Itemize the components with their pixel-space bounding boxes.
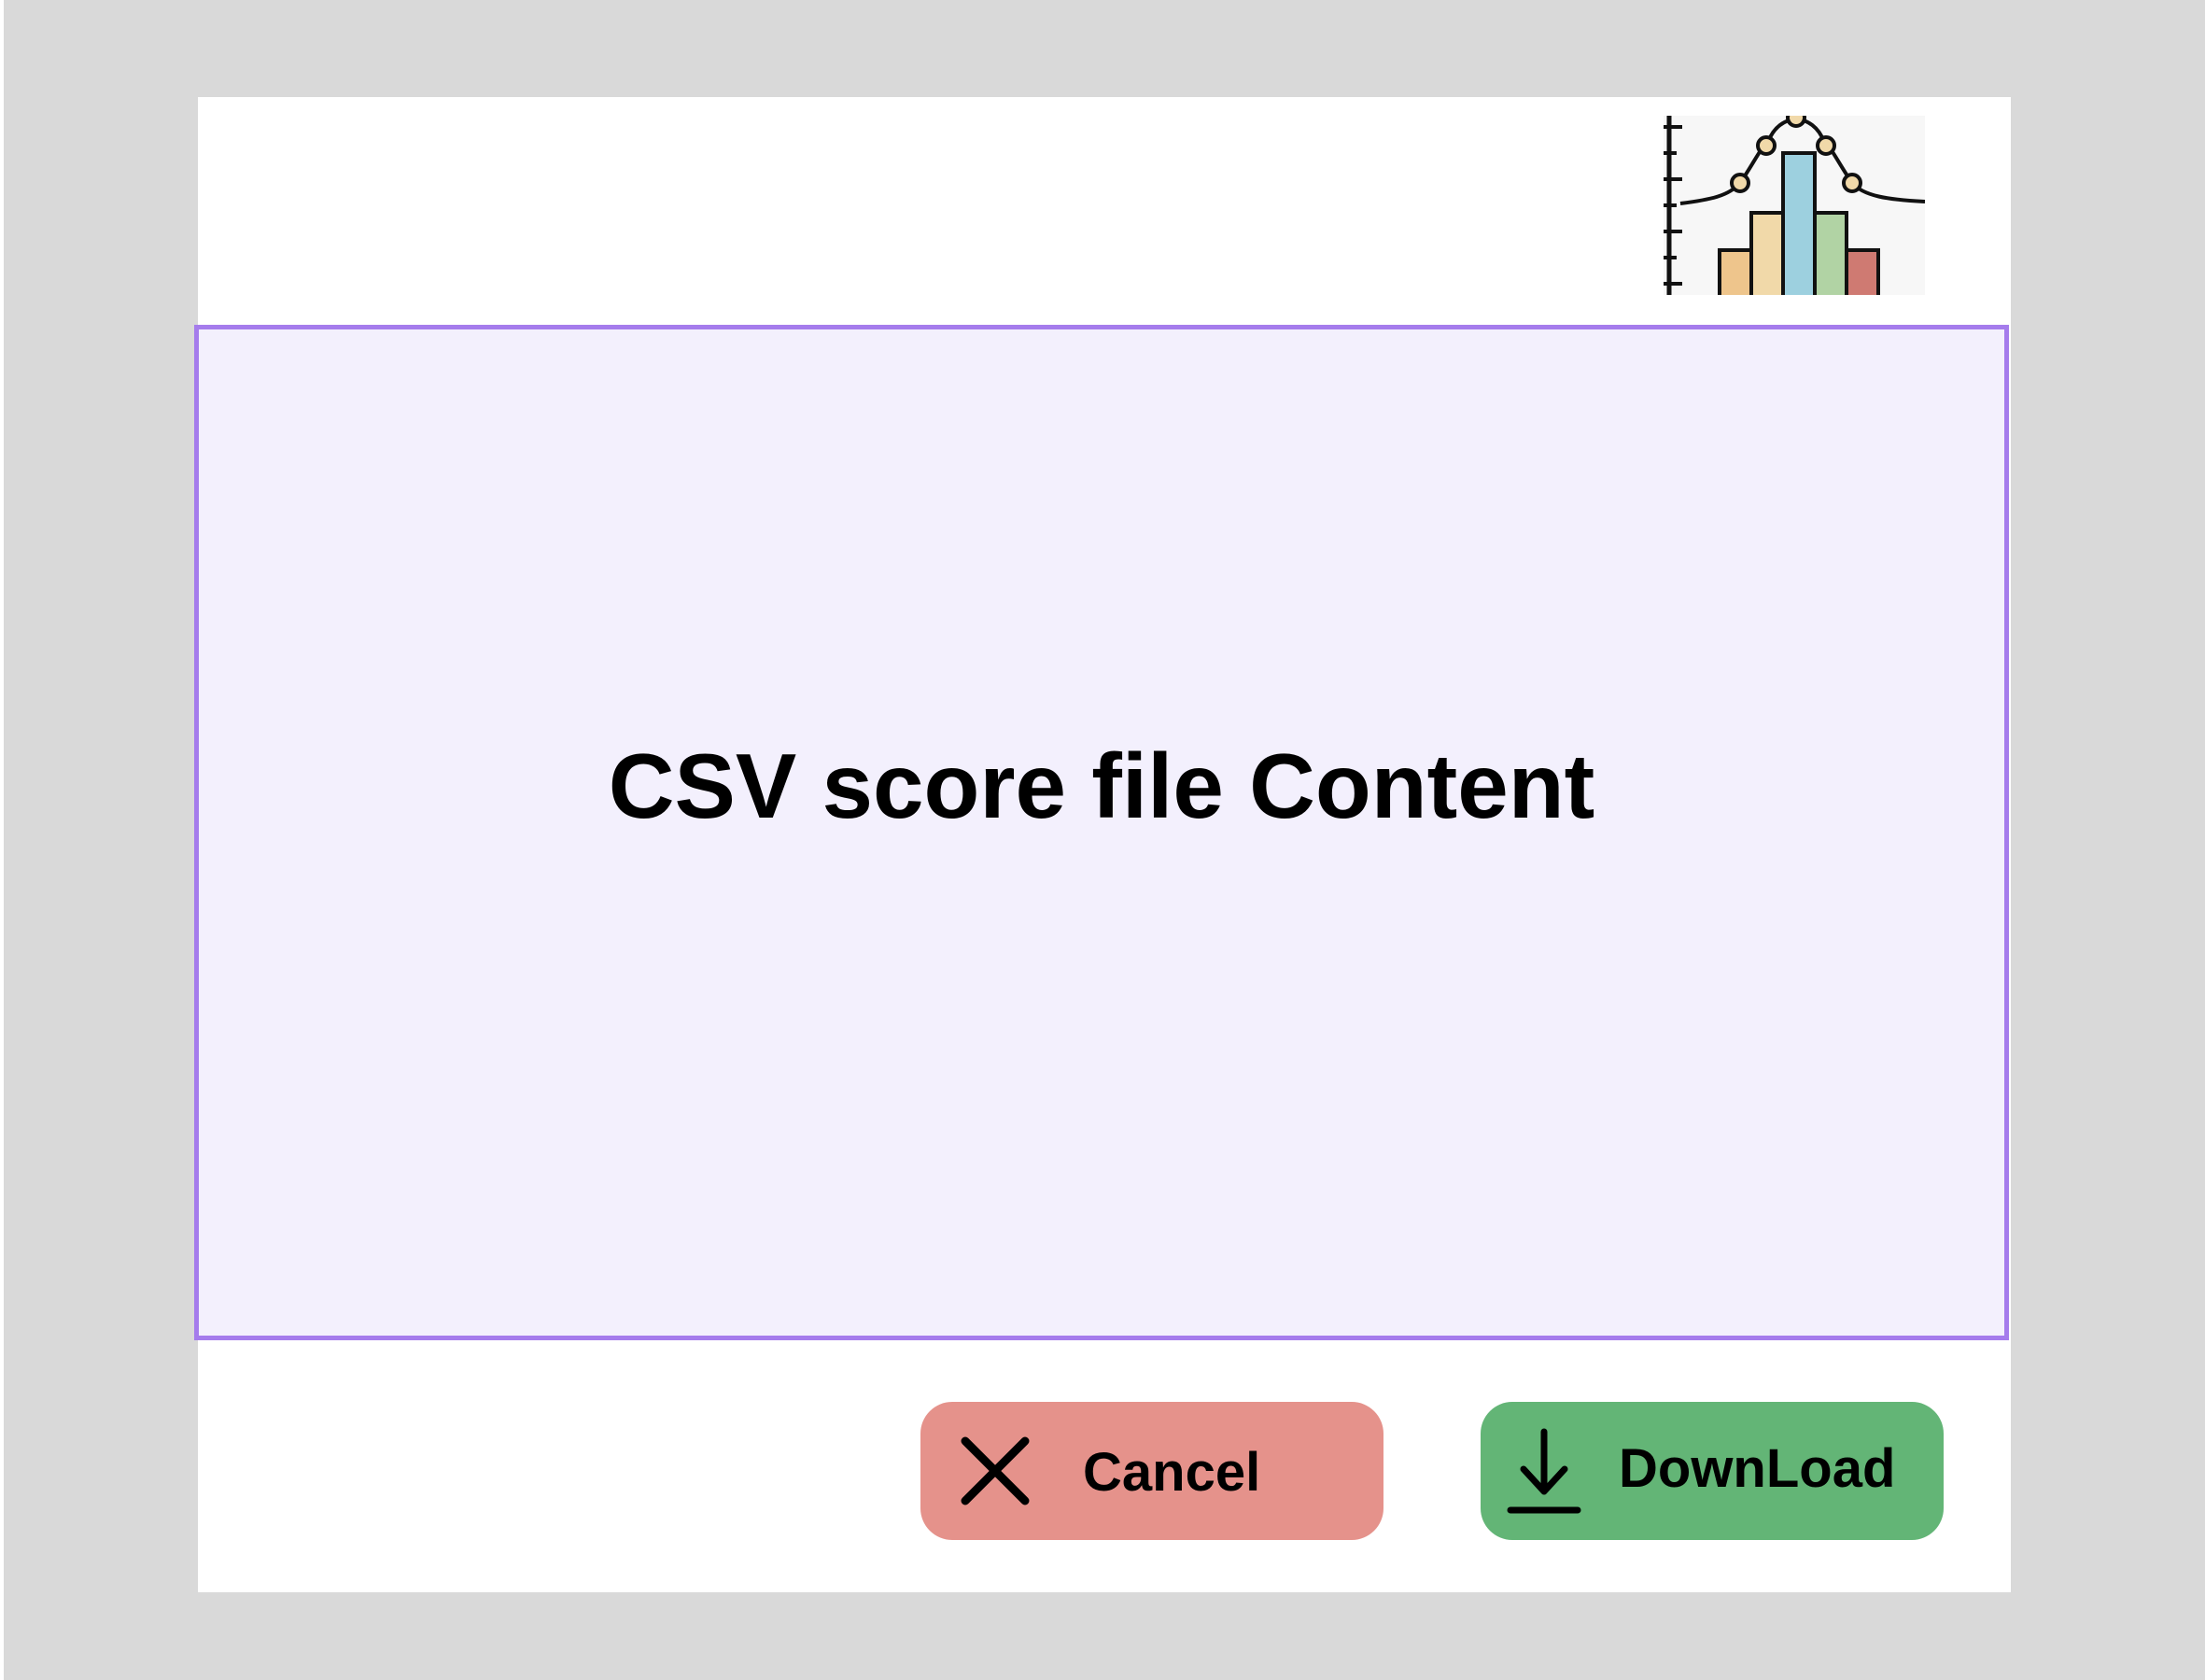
download-button[interactable]: DownLoad — [1481, 1402, 1944, 1540]
histogram-chart-icon — [1664, 116, 1925, 295]
window-edge — [0, 0, 4, 1680]
content-title: CSV score file Content — [608, 734, 1595, 837]
close-icon — [958, 1434, 1032, 1508]
download-button-label: DownLoad — [1619, 1438, 1896, 1499]
download-icon — [1507, 1428, 1581, 1518]
export-dialog: CSV score file Content Cancel DownLoad — [194, 97, 2011, 1592]
csv-content-panel: CSV score file Content — [194, 325, 2009, 1340]
cancel-button-label: Cancel — [1083, 1442, 1261, 1503]
cancel-button[interactable]: Cancel — [920, 1402, 1383, 1540]
